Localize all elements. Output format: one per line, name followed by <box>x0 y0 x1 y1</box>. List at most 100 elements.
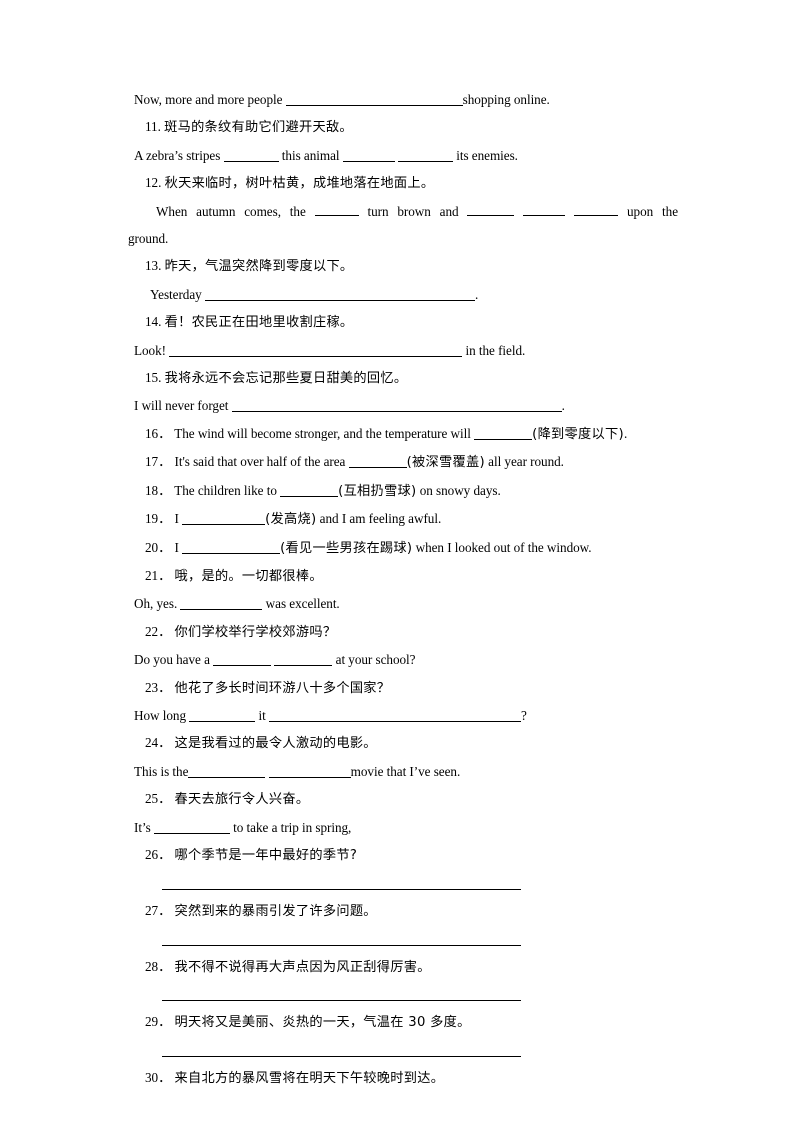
answer-rule-row <box>128 925 682 952</box>
sentence-text: Look! <box>134 342 170 358</box>
fill-in-blank[interactable] <box>182 540 281 554</box>
answer-sentence-line: Now, more and more people shopping onlin… <box>128 86 682 113</box>
question-number: 28． <box>145 958 175 974</box>
fill-in-blank[interactable] <box>204 287 475 301</box>
sentence-text: turn brown and <box>358 203 468 219</box>
question-number: 17． <box>145 454 175 470</box>
sentence-text: this animal <box>278 147 343 163</box>
fill-in-blank[interactable] <box>348 454 407 469</box>
fill-in-blank[interactable] <box>467 202 515 216</box>
fill-in-blank[interactable] <box>398 148 453 162</box>
answer-write-line[interactable] <box>162 1000 521 1002</box>
answer-sentence-line: This is the movie that I’ve seen. <box>128 758 682 785</box>
sentence-text: I <box>174 539 183 555</box>
question-number: 27． <box>145 902 175 918</box>
question-number: 30． <box>145 1070 175 1086</box>
sentence-text <box>565 204 574 219</box>
question-chinese-line: 12. 秋天来临时，树叶枯黄，成堆地落在地面上。 <box>128 169 682 197</box>
question-chinese-line: 24． 这是我看过的最令人激动的电影。 <box>128 729 682 757</box>
worksheet-content: Now, more and more people shopping onlin… <box>128 86 682 1093</box>
answer-sentence-line: I will never forget . <box>128 392 682 419</box>
question-number: 29． <box>145 1014 175 1030</box>
answer-sentence-line: A zebra’s stripes this animal its enemie… <box>128 142 682 169</box>
sentence-text: Now, more and more people <box>134 92 286 107</box>
fill-in-blank[interactable] <box>285 92 463 106</box>
answer-write-line[interactable] <box>162 888 521 890</box>
fill-in-blank[interactable] <box>268 764 351 778</box>
question-number: 11. <box>145 119 165 135</box>
question-number: 20． <box>145 539 175 555</box>
fill-in-blank[interactable] <box>280 483 339 497</box>
answer-write-line[interactable] <box>162 1056 521 1058</box>
sentence-text: when I looked out of the window. <box>412 539 592 555</box>
answer-rule-row <box>128 869 682 896</box>
sentence-text: How long <box>134 707 190 723</box>
question-number: 15. <box>145 370 165 386</box>
fill-in-blank[interactable] <box>274 652 333 667</box>
answer-sentence-line: Yesterday . <box>128 281 682 308</box>
sentence-text: It's said that over half of the area <box>174 454 349 470</box>
question-chinese-line: 21． 哦，是的。一切都很棒。 <box>128 562 682 590</box>
question-number: 24． <box>145 735 175 751</box>
chinese-hint: (互相扔雪球) <box>338 483 417 499</box>
chinese-sentence: 突然到来的暴雨引发了许多问题。 <box>174 903 377 919</box>
fill-in-blank[interactable] <box>342 148 395 162</box>
answer-sentence-line: Do you have a at your school? <box>128 646 682 673</box>
fill-in-blank[interactable] <box>231 398 562 413</box>
fill-in-blank[interactable] <box>213 652 272 667</box>
question-chinese-line: 14. 看！农民正在田地里收割庄稼。 <box>128 308 682 336</box>
chinese-sentence: 他花了多长时间环游八十多个国家？ <box>174 680 391 696</box>
question-chinese-line: 13. 昨天，气温突然降到零度以下。 <box>128 252 682 280</box>
chinese-sentence: 哪个季节是一年中最好的季节? <box>174 847 358 863</box>
question-mixed-line: 17． It's said that over half of the area… <box>128 448 682 476</box>
chinese-sentence: 我将永远不会忘记那些夏日甜美的回忆。 <box>164 371 408 387</box>
question-number: 23． <box>145 679 175 695</box>
sentence-text: A zebra’s stripes <box>134 147 224 163</box>
sentence-text: was excellent. <box>262 596 340 612</box>
fill-in-blank[interactable] <box>474 426 533 440</box>
sentence-text: . <box>474 286 479 302</box>
sentence-text: . <box>623 425 628 441</box>
question-mixed-line: 19． I (发高烧) and I am feeling awful. <box>128 505 682 533</box>
fill-in-blank[interactable] <box>574 202 619 216</box>
question-number: 25． <box>145 791 175 807</box>
question-mixed-line: 20． I (看见一些男孩在踢球) when I looked out of t… <box>128 534 682 562</box>
sentence-text: Do you have a <box>134 652 214 668</box>
answer-write-line[interactable] <box>162 944 521 946</box>
fill-in-blank[interactable] <box>523 202 566 216</box>
fill-in-blank[interactable] <box>180 596 263 611</box>
question-number: 12. <box>145 175 165 191</box>
question-chinese-line: 30． 来自北方的暴风雪将在明天下午较晚时到达。 <box>128 1064 682 1092</box>
sentence-text: and I am feeling awful. <box>316 511 442 527</box>
chinese-sentence: 昨天，气温突然降到零度以下。 <box>164 259 354 275</box>
sentence-text: shopping online. <box>462 92 550 107</box>
fill-in-blank[interactable] <box>268 708 521 722</box>
sentence-text: Yesterday <box>150 286 205 302</box>
fill-in-blank[interactable] <box>223 148 279 162</box>
fill-in-blank[interactable] <box>153 820 230 834</box>
chinese-sentence: 这是我看过的最令人激动的电影。 <box>174 736 377 752</box>
fill-in-blank[interactable] <box>169 343 463 357</box>
sentence-text: Oh, yes. <box>134 596 181 612</box>
fill-in-blank[interactable] <box>182 511 266 526</box>
question-chinese-line: 15. 我将永远不会忘记那些夏日甜美的回忆。 <box>128 364 682 392</box>
sentence-text: all year round. <box>484 454 564 470</box>
fill-in-blank[interactable] <box>188 764 266 778</box>
question-chinese-line: 27． 突然到来的暴雨引发了许多问题。 <box>128 897 682 925</box>
sentence-text: ? <box>520 707 527 723</box>
answer-sentence-line: When autumn comes, the turn brown and up… <box>128 198 678 225</box>
question-chinese-line: 26． 哪个季节是一年中最好的季节? <box>128 841 682 869</box>
answer-rule-row <box>128 1037 682 1064</box>
chinese-sentence: 看！农民正在田地里收割庄稼。 <box>164 315 354 331</box>
sentence-text: movie that I’ve seen. <box>350 763 461 779</box>
question-number: 13. <box>145 258 165 274</box>
answer-sentence-line: How long it ? <box>128 702 682 729</box>
chinese-sentence: 你们学校举行学校郊游吗？ <box>174 624 337 640</box>
answer-rule-row <box>128 981 682 1008</box>
fill-in-blank[interactable] <box>189 708 256 722</box>
sentence-text: The children like to <box>174 482 281 498</box>
chinese-hint: (被深雪覆盖) <box>406 455 485 471</box>
answer-sentence-line: It’s to take a trip in spring, <box>128 814 682 841</box>
fill-in-blank[interactable] <box>314 202 359 216</box>
chinese-hint: (看见一些男孩在踢球) <box>280 540 413 556</box>
